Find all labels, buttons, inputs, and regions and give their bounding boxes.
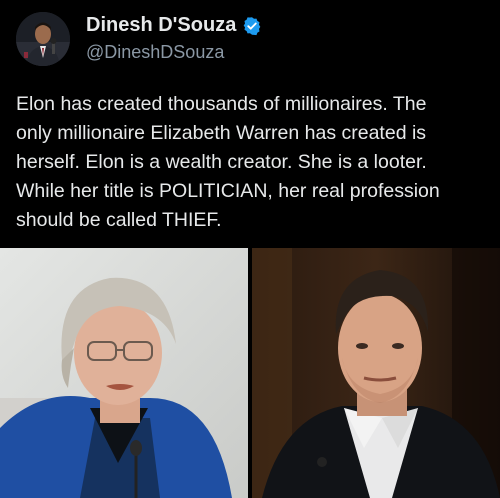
tweet-header: Dinesh D'Souza @DineshDSouza xyxy=(0,0,500,80)
tweet-media xyxy=(0,248,500,498)
tweet-line: herself. Elon is a wealth creator. She i… xyxy=(16,151,427,173)
tweet-line: Elon has created thousands of millionair… xyxy=(16,93,427,115)
verified-badge-icon xyxy=(242,16,262,36)
tweet-line: While her title is POLITICIAN, her real … xyxy=(16,180,440,202)
author-handle[interactable]: @DineshDSouza xyxy=(86,42,224,63)
woman-portrait-image xyxy=(0,248,248,498)
display-name[interactable]: Dinesh D'Souza xyxy=(86,14,236,37)
author-name-row: Dinesh D'Souza xyxy=(86,14,262,37)
man-portrait-image xyxy=(252,248,500,498)
avatar[interactable] xyxy=(16,12,70,66)
tweet-line: should be called THIEF. xyxy=(16,209,222,231)
left-photo[interactable] xyxy=(0,248,248,498)
tweet-text: Elon has created thousands of millionair… xyxy=(16,90,491,235)
right-photo[interactable] xyxy=(252,248,500,498)
profile-photo-icon xyxy=(16,12,70,66)
tweet-line: only millionaire Elizabeth Warren has cr… xyxy=(16,122,427,144)
